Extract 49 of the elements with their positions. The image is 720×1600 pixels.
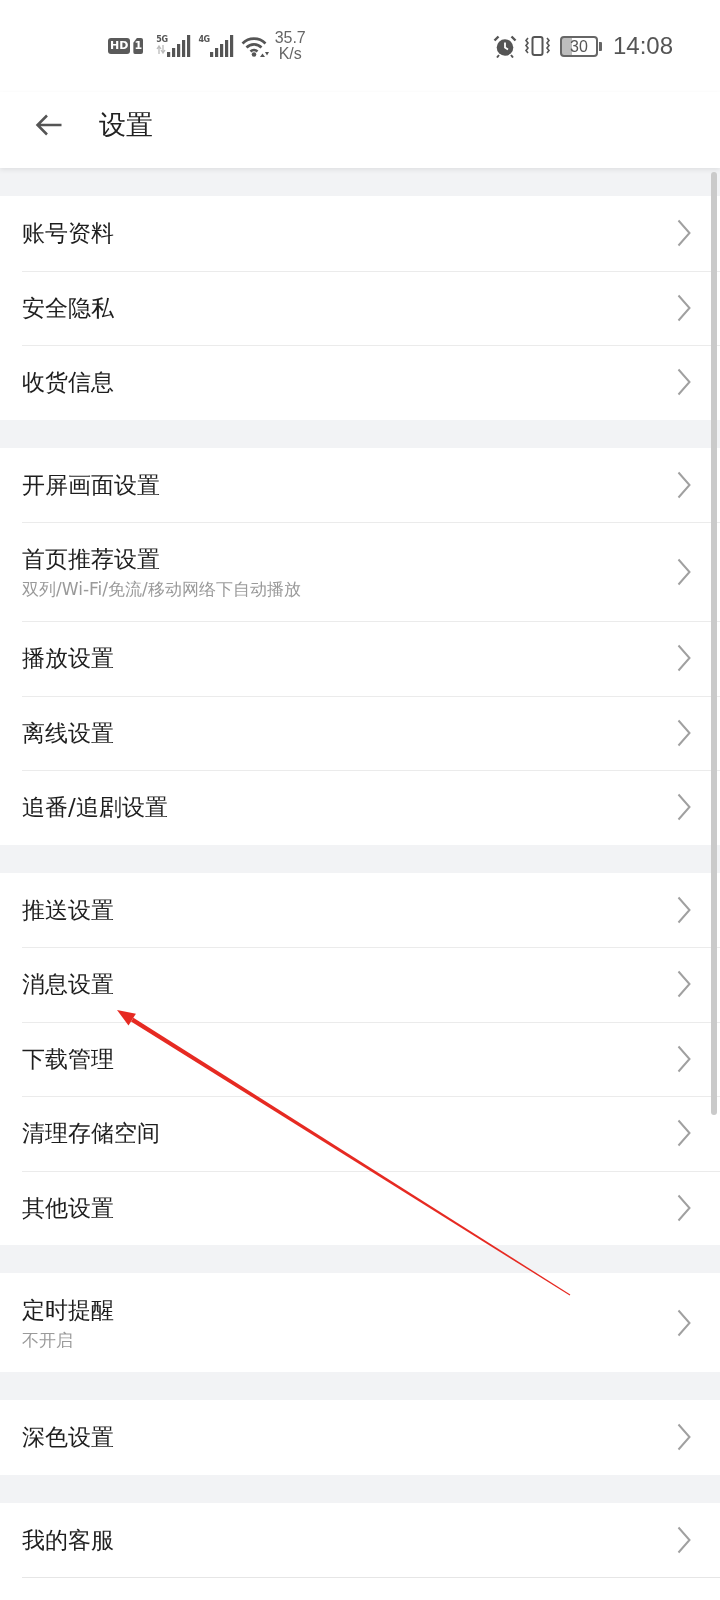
chevron-right-icon bbox=[677, 718, 691, 747]
chevron-right-icon bbox=[677, 557, 691, 586]
chevron-right-icon bbox=[677, 1423, 691, 1452]
chevron-right-icon bbox=[677, 793, 691, 822]
settings-item[interactable]: 我的客服 bbox=[0, 1502, 720, 1577]
network-type-label: 5G bbox=[156, 35, 168, 45]
settings-item[interactable]: 账号资料 bbox=[0, 196, 720, 271]
settings-item[interactable]: 下载管理 bbox=[0, 1021, 720, 1096]
back-arrow-icon bbox=[35, 114, 62, 136]
chevron-right-icon bbox=[677, 1525, 691, 1554]
wifi-icon bbox=[240, 35, 269, 57]
settings-item[interactable]: 收货信息 bbox=[0, 345, 720, 420]
clock-time: 14:08 bbox=[612, 32, 673, 60]
chevron-right-icon bbox=[677, 1044, 691, 1073]
network-speed-unit: K/s bbox=[278, 46, 302, 62]
settings-item[interactable]: 安全隐私 bbox=[0, 270, 720, 345]
settings-item[interactable]: 首页推荐设置 双列/Wi-Fi/免流/移动网络下自动播放 bbox=[0, 522, 720, 621]
scrollbar-thumb[interactable] bbox=[711, 172, 717, 1115]
chevron-right-icon bbox=[677, 293, 691, 322]
chevron-right-icon bbox=[677, 368, 691, 397]
settings-item[interactable]: 离线设置 bbox=[0, 695, 720, 770]
chevron-right-icon bbox=[677, 1308, 691, 1337]
settings-item[interactable]: 追番/追剧设置 bbox=[0, 770, 720, 845]
settings-item[interactable]: 播放设置 bbox=[0, 621, 720, 696]
network-speed-value: 35.7 bbox=[274, 30, 306, 46]
battery-indicator: 30 bbox=[559, 35, 602, 57]
settings-item[interactable]: 清理存储空间 bbox=[0, 1096, 720, 1171]
chevron-right-icon bbox=[677, 219, 691, 248]
alarm-clock-icon bbox=[492, 34, 517, 58]
hd-badge: HD bbox=[108, 38, 131, 54]
vibrate-icon bbox=[523, 36, 551, 56]
chevron-right-icon bbox=[677, 470, 691, 499]
page-title: 设置 bbox=[99, 108, 153, 142]
chevron-right-icon bbox=[677, 895, 691, 924]
chevron-right-icon bbox=[677, 1193, 691, 1222]
data-arrows-icon bbox=[156, 45, 167, 54]
signal-icon bbox=[167, 35, 192, 57]
settings-item[interactable]: 其他设置 bbox=[0, 1170, 720, 1245]
settings-item[interactable]: 推送设置 bbox=[0, 872, 720, 947]
chevron-right-icon bbox=[677, 644, 691, 673]
network-type-label: 4G bbox=[198, 35, 210, 45]
settings-item[interactable]: 开屏画面设置 bbox=[0, 447, 720, 522]
sim-badge: 1 bbox=[133, 38, 144, 54]
settings-item[interactable]: 深色设置 bbox=[0, 1400, 720, 1475]
settings-item[interactable]: 定时提醒 不开启 bbox=[0, 1273, 720, 1372]
chevron-right-icon bbox=[677, 1119, 691, 1148]
settings-item[interactable]: 消息设置 bbox=[0, 947, 720, 1022]
chevron-right-icon bbox=[677, 970, 691, 999]
signal-icon bbox=[209, 35, 234, 57]
